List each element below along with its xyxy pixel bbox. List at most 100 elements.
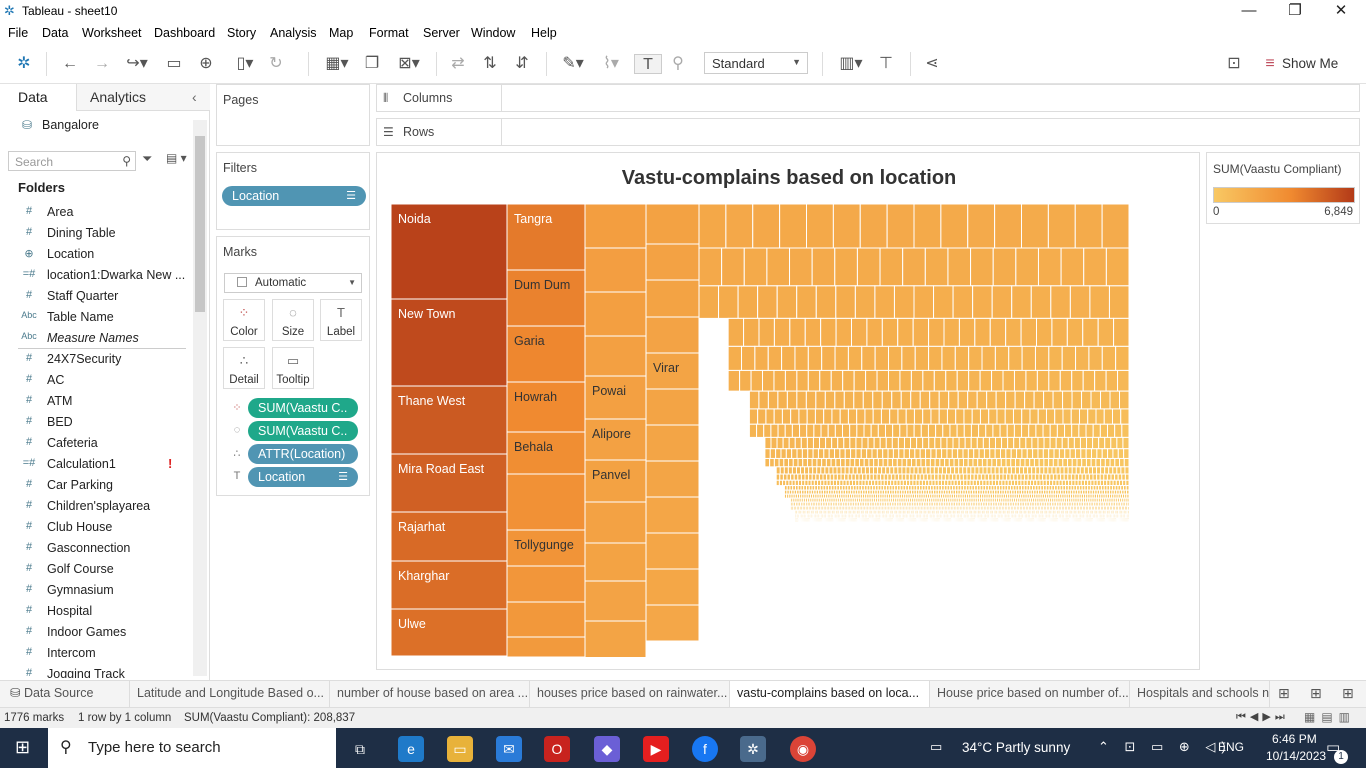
treemap-tile[interactable] [806,391,815,409]
treemap-tile[interactable] [890,409,898,424]
field-item[interactable]: # Hospital [0,601,188,622]
treemap-tile[interactable] [1102,449,1107,459]
treemap-tile[interactable] [843,370,854,391]
treemap-tile[interactable] [726,204,753,248]
treemap-tile[interactable] [1044,391,1053,409]
treemap-tile[interactable] [1053,474,1057,480]
treemap-tile[interactable] [1003,370,1014,391]
treemap-tile[interactable] [1128,506,1129,510]
treemap-tile[interactable] [822,346,835,370]
label-pill-location[interactable]: Location ☰ [248,467,358,487]
treemap-tile[interactable] [975,467,979,474]
treemap-tile[interactable] [798,474,802,480]
treemap-tile[interactable] [585,248,646,292]
treemap-tile[interactable] [1104,409,1112,424]
treemap-tile[interactable] [1068,437,1074,448]
treemap-tile[interactable] [780,467,784,474]
treemap-tile[interactable] [1037,370,1048,391]
treemap-tile[interactable] [1102,346,1115,370]
treemap-tile[interactable] [1007,467,1011,474]
treemap-tile[interactable] [1032,437,1038,448]
treemap-tile[interactable] [1049,458,1054,466]
treemap-tile[interactable] [875,286,895,319]
treemap-tile[interactable] [1127,490,1129,494]
treemap-tile[interactable] [807,409,815,424]
treemap-tile[interactable] [1076,346,1089,370]
treemap-tile[interactable] [793,458,798,466]
treemap-tile[interactable] [832,409,840,424]
treemap-tile[interactable] [947,437,953,448]
refresh-icon[interactable]: ↻ [266,54,286,74]
treemap-tile[interactable] [880,248,903,286]
treemap-tile[interactable] [898,437,904,448]
treemap-tile[interactable] [952,449,957,459]
treemap-tile[interactable] [974,449,979,459]
treemap-tile[interactable] [1013,409,1021,424]
treemap-tile[interactable] [1086,458,1091,466]
treemap-tile[interactable] [824,449,829,459]
treemap-tile[interactable] [835,449,840,459]
treemap-tile[interactable] [982,346,995,370]
treemap-tile[interactable] [859,458,864,466]
treemap-tile[interactable] [1086,424,1093,437]
field-item[interactable]: #24X7Security [0,349,188,370]
treemap-tile[interactable] [1125,467,1129,474]
treemap-tile[interactable] [840,449,845,459]
treemap-tile[interactable] [986,424,993,437]
treemap-tile[interactable] [1029,424,1036,437]
treemap-tile[interactable] [992,458,997,466]
treemap-tile[interactable] [776,474,780,480]
treemap-tile[interactable] [749,409,757,424]
treemap-tile[interactable] [871,424,878,437]
treemap-tile[interactable] [827,474,831,480]
treemap-tile[interactable] [829,467,833,474]
treemap-tile[interactable] [1064,467,1068,474]
treemap-tile[interactable] [790,248,813,286]
treemap-tile[interactable] [911,437,917,448]
treemap-tile[interactable] [1036,424,1043,437]
filter-icon[interactable]: ⏷ [142,151,152,167]
treemap-tile[interactable] [1113,449,1118,459]
treemap-tile[interactable] [946,370,957,391]
treemap-tile[interactable] [969,346,982,370]
treemap-tile[interactable] [956,474,960,480]
highlight-icon[interactable]: ✎▾ [558,54,588,74]
treemap-tile[interactable] [848,409,856,424]
treemap-tile[interactable] [699,248,722,286]
treemap-tile[interactable] [1057,474,1061,480]
treemap-tile[interactable] [949,474,953,480]
field-item[interactable]: # Club House [0,517,188,538]
undo-icon[interactable]: ← [60,54,80,74]
treemap-tile[interactable] [920,449,925,459]
treemap-tile[interactable] [964,458,969,466]
treemap-tile[interactable] [1068,474,1072,480]
treemap-tile[interactable] [862,346,875,370]
treemap-tile[interactable] [936,449,941,459]
treemap-tile[interactable] [957,370,968,391]
treemap-tile[interactable] [768,346,781,370]
treemap-tile[interactable] [824,409,832,424]
treemap-tile[interactable] [854,391,863,409]
treemap-tile[interactable] [909,474,913,480]
treemap-tile[interactable] [886,467,890,474]
treemap-tile[interactable] [886,437,892,448]
treemap-tile[interactable] [979,467,983,474]
treemap-tile[interactable] [1003,474,1007,480]
treemap-tile[interactable] [1090,286,1110,319]
treemap-tile[interactable] [767,248,790,286]
treemap-tile[interactable] [854,370,865,391]
treemap-tile[interactable] [902,467,906,474]
treemap-tile[interactable] [904,449,909,459]
treemap-tile[interactable] [1088,467,1092,474]
treemap-tile[interactable] [902,346,915,370]
save-icon[interactable]: ▭ [164,54,184,74]
field-item[interactable]: =# Calculation1! [0,454,188,475]
treemap-tile[interactable] [1063,391,1072,409]
treemap-tile[interactable] [838,437,844,448]
field-item[interactable]: # Car Parking [0,475,188,496]
treemap-tile[interactable] [1093,424,1100,437]
treemap-tile[interactable] [892,391,901,409]
treemap-tile[interactable] [801,474,805,480]
treemap-tile[interactable] [939,409,947,424]
treemap-tile[interactable] [1053,458,1058,466]
